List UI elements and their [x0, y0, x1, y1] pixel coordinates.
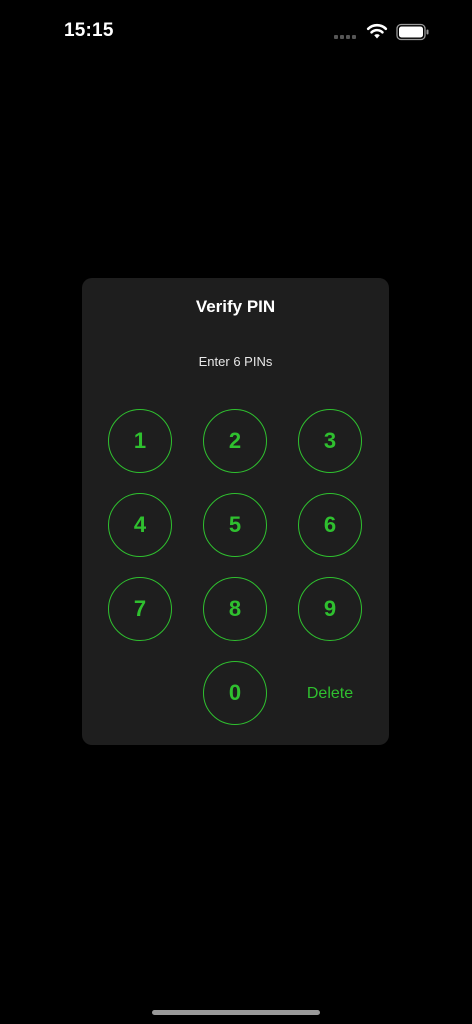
pin-key-8[interactable]: 8 — [203, 577, 267, 641]
pin-key-0[interactable]: 0 — [203, 661, 267, 725]
pin-key-4[interactable]: 4 — [108, 493, 172, 557]
battery-icon — [396, 23, 429, 41]
status-time: 15:15 — [64, 20, 114, 41]
dialog-title: Verify PIN — [195, 297, 276, 316]
wifi-icon — [366, 23, 388, 39]
pin-key-9[interactable]: 9 — [298, 577, 362, 641]
pin-key-7[interactable]: 7 — [108, 577, 172, 641]
pin-key-3[interactable]: 3 — [298, 409, 362, 473]
delete-button[interactable]: Delete — [298, 674, 362, 714]
verify-pin-dialog: Verify PIN Enter 6 PINs 1 2 3 4 5 6 7 8 … — [82, 278, 389, 745]
pin-key-1[interactable]: 1 — [108, 409, 172, 473]
pin-key-5[interactable]: 5 — [203, 493, 267, 557]
signal-icon — [334, 35, 358, 41]
pin-key-2[interactable]: 2 — [203, 409, 267, 473]
home-indicator — [152, 1010, 320, 1015]
pin-key-6[interactable]: 6 — [298, 493, 362, 557]
dialog-subtitle: Enter 6 PINs — [198, 354, 273, 369]
status-bar: 15:15 — [0, 0, 472, 64]
